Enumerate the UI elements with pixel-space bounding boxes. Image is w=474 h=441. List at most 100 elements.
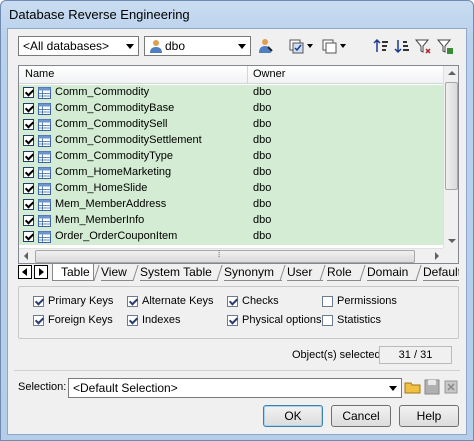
vertical-scrollbar[interactable] <box>443 66 458 248</box>
scroll-left-icon[interactable] <box>19 249 34 264</box>
row-owner: dbo <box>253 134 272 146</box>
row-checkbox[interactable] <box>23 231 34 242</box>
checkbox-checked-icon <box>227 315 238 326</box>
owner-combo[interactable]: dbo <box>144 36 251 56</box>
row-name: Comm_HomeMarketing <box>55 166 172 178</box>
row-name: Comm_CommoditySettlement <box>55 134 202 146</box>
row-checkbox[interactable] <box>23 103 34 114</box>
tab-scroll-right-icon[interactable] <box>34 265 48 279</box>
select-all-dropdown[interactable] <box>307 37 315 55</box>
tab-separator <box>416 265 422 280</box>
row-checkbox[interactable] <box>23 167 34 178</box>
table-icon <box>38 167 51 179</box>
tab-synonym[interactable]: Synonym <box>224 264 282 281</box>
row-owner: dbo <box>253 86 272 98</box>
table-row[interactable]: Comm_CommoditySettlement dbo <box>19 133 444 149</box>
dialog-body: <All databases> dbo Name Owner Comm_Comm… <box>7 28 467 435</box>
filter-options-icon[interactable] <box>436 37 454 55</box>
table-row[interactable]: Comm_HomeMarketing dbo <box>19 165 444 181</box>
filter-icon[interactable] <box>414 37 432 55</box>
scroll-up-icon[interactable] <box>444 66 459 81</box>
tab-role[interactable]: Role <box>327 264 361 281</box>
tab-separator <box>133 265 139 280</box>
database-combo[interactable]: <All databases> <box>18 36 139 56</box>
list-rows: Comm_Commodity dbo Comm_CommodityBase dbo Co… <box>19 85 444 245</box>
tab-default[interactable]: Default <box>423 264 459 281</box>
row-checkbox[interactable] <box>23 183 34 194</box>
column-header-owner[interactable]: Owner <box>253 68 285 80</box>
table-row[interactable]: Comm_HomeSlide dbo <box>19 181 444 197</box>
vertical-scroll-thumb[interactable] <box>445 82 458 190</box>
statistics-label: Statistics <box>337 314 382 326</box>
horizontal-scrollbar[interactable] <box>19 248 444 263</box>
table-row[interactable]: Comm_CommoditySell dbo <box>19 117 444 133</box>
checkbox-checked-icon <box>227 296 238 307</box>
ok-button[interactable]: OK <box>263 405 323 427</box>
sort-descending-icon[interactable] <box>393 37 411 55</box>
tab-view[interactable]: View <box>101 264 133 281</box>
checkbox-checked-icon <box>127 296 138 307</box>
column-divider[interactable] <box>247 66 248 84</box>
tab-separator <box>94 265 100 280</box>
table-row[interactable]: Mem_MemberAddress dbo <box>19 197 444 213</box>
tab-scroll-left-icon[interactable] <box>18 265 32 279</box>
save-icon <box>424 379 440 395</box>
row-owner: dbo <box>253 118 272 130</box>
object-list[interactable]: Name Owner Comm_Commodity dbo Comm_Commodi… <box>18 65 459 264</box>
scroll-right-icon[interactable] <box>429 249 444 264</box>
table-row[interactable]: Mem_MemberInfo dbo <box>19 213 444 229</box>
help-button[interactable]: Help <box>399 405 459 427</box>
row-owner: dbo <box>253 182 272 194</box>
alternate-keys-label: Alternate Keys <box>142 295 214 307</box>
dialog-window: Database Reverse Engineering <All databa… <box>0 0 474 441</box>
column-header-name[interactable]: Name <box>25 68 54 80</box>
scroll-down-icon[interactable] <box>444 233 459 248</box>
deselect-all-button[interactable] <box>321 37 339 55</box>
selection-combo[interactable]: <Default Selection> <box>68 378 402 398</box>
sort-ascending-icon[interactable] <box>372 37 390 55</box>
database-combo-value: <All databases> <box>23 39 110 53</box>
change-owner-button[interactable] <box>256 37 274 55</box>
row-name: Mem_MemberInfo <box>55 214 145 226</box>
delete-selection-button[interactable] <box>442 378 460 396</box>
tab-user[interactable]: User <box>287 264 323 281</box>
table-icon <box>38 215 51 227</box>
checkbox-unchecked-icon <box>322 315 333 326</box>
row-checkbox[interactable] <box>23 135 34 146</box>
title-bar[interactable]: Database Reverse Engineering <box>1 1 473 27</box>
deselect-all-dropdown[interactable] <box>340 37 348 55</box>
checkbox-checked-icon <box>33 296 44 307</box>
table-row[interactable]: Comm_Commodity dbo <box>19 85 444 101</box>
row-name: Comm_CommoditySell <box>55 118 168 130</box>
save-selection-button[interactable] <box>423 378 441 396</box>
user-icon <box>149 39 163 53</box>
objects-selected-label: Object(s) selected: <box>292 349 384 361</box>
table-icon <box>38 231 51 243</box>
table-row[interactable]: Comm_CommodityBase dbo <box>19 101 444 117</box>
row-checkbox[interactable] <box>23 151 34 162</box>
window-title: Database Reverse Engineering <box>9 7 190 22</box>
row-checkbox[interactable] <box>23 215 34 226</box>
horizontal-scroll-thumb[interactable] <box>35 249 415 263</box>
tab-system-table[interactable]: System Table <box>140 264 218 281</box>
tab-domain[interactable]: Domain <box>367 264 417 281</box>
foreign-keys-label: Foreign Keys <box>48 314 113 326</box>
row-name: Order_OrderCouponItem <box>55 230 178 242</box>
owner-combo-value: dbo <box>165 39 186 53</box>
object-type-tabs: Table View System Table Synonym User Rol… <box>18 264 459 282</box>
tab-table[interactable]: Table <box>52 264 94 281</box>
select-all-button[interactable] <box>288 37 306 55</box>
row-checkbox[interactable] <box>23 87 34 98</box>
row-checkbox[interactable] <box>23 119 34 130</box>
table-icon <box>38 87 51 99</box>
cancel-button[interactable]: Cancel <box>331 405 391 427</box>
chevron-down-icon <box>387 382 399 394</box>
chevron-down-icon <box>236 40 248 52</box>
table-row[interactable]: Order_OrderCouponItem dbo <box>19 229 444 245</box>
table-icon <box>38 199 51 211</box>
row-checkbox[interactable] <box>23 199 34 210</box>
table-icon <box>38 151 51 163</box>
table-row[interactable]: Comm_CommodityType dbo <box>19 149 444 165</box>
open-selection-button[interactable] <box>404 378 422 396</box>
physical-options-label: Physical options <box>242 314 322 326</box>
